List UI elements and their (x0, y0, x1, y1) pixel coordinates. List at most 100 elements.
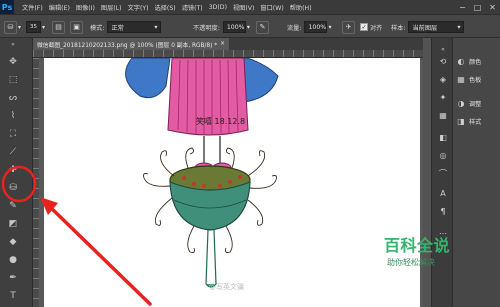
brush-panel-icon: ▤ (52, 20, 65, 34)
align-label: 对齐 (370, 24, 383, 32)
move-tool-icon[interactable]: ✥ (4, 54, 22, 70)
document-canvas[interactable]: 笑嘻 18.12.8 (44, 58, 420, 307)
horizontal-ruler[interactable] (33, 50, 423, 58)
menu-file[interactable]: 文件(F) (19, 3, 46, 12)
chevron-down-icon: ▾ (457, 23, 461, 31)
menu-view[interactable]: 视图(V) (230, 3, 257, 12)
collapse-arrows-icon[interactable]: » (4, 40, 22, 48)
type-tool-icon[interactable]: T (4, 288, 22, 304)
swatches-icon: ▦ (457, 74, 465, 84)
opacity-group: 不透明度: 100% ▾ (193, 20, 250, 34)
pen-tool-icon[interactable]: ✒ (4, 270, 22, 286)
opacity-pressure-toggle[interactable]: ✎ (256, 20, 269, 34)
mode-value: 正常 (111, 24, 124, 32)
chevron-down-icon: ▾ (328, 23, 332, 31)
adjustments-icon: ◑ (457, 98, 465, 108)
menu-filter[interactable]: 滤镜(T) (179, 3, 206, 12)
chevron-down-icon: ▾ (18, 23, 22, 31)
panel-adjustments[interactable]: ◑ 调整 (455, 96, 499, 110)
eyedropper-tool-icon[interactable]: ⟋ (4, 144, 22, 160)
document-tab-bar: 微信截图_20181210202133.png @ 100% (图层 0 副本,… (33, 38, 423, 50)
menu-window[interactable]: 窗口(W) (257, 3, 286, 12)
menu-bar: Ps 文件(F) 编辑(E) 图像(I) 图层(L) 文字(Y) 选择(S) 滤… (0, 0, 500, 14)
clone-source-icon: ▣ (70, 20, 83, 34)
clone-stamp-tool-icon[interactable]: ⛁ (4, 180, 22, 196)
close-icon[interactable]: ✕ (485, 0, 500, 14)
flow-label: 流量: (287, 24, 302, 32)
character-icon[interactable]: A (436, 186, 450, 200)
healing-brush-tool-icon[interactable]: ✚ (4, 162, 22, 178)
options-bar: ⛁ ▾ 35 ▾ ▤ ▣ 模式: 正常 ▾ 不透明度: 100% ▾ ✎ 流量:… (0, 14, 500, 38)
menu-edit[interactable]: 编辑(E) (46, 3, 73, 12)
brush-panel-toggle[interactable]: ▤ (52, 20, 65, 34)
panel-styles[interactable]: ◨ 样式 (455, 114, 499, 128)
sample-select[interactable]: 当前图层 ▾ (408, 21, 465, 33)
layers-icon[interactable]: ◧ (436, 130, 450, 144)
mode-group: 模式: 正常 ▾ (90, 20, 162, 34)
panel-styles-label: 样式 (469, 118, 482, 126)
menu-layer[interactable]: 图层(L) (98, 3, 125, 12)
canvas-area: 笑嘻 18.12.8 (39, 58, 423, 307)
channels-icon[interactable]: ◎ (436, 148, 450, 162)
sample-value: 当前图层 (412, 24, 438, 32)
mode-select[interactable]: 正常 ▾ (107, 21, 162, 33)
history-icon[interactable]: ⟲ (436, 54, 450, 68)
palette-icon: ◐ (457, 56, 465, 66)
close-tab-icon[interactable]: × (220, 41, 225, 47)
align-group: ✓ 对齐 (360, 20, 382, 34)
history-brush-tool-icon[interactable]: ✎ (4, 198, 22, 214)
marquee-tool-icon[interactable]: ⬚ (4, 72, 22, 88)
opacity-input[interactable]: 100% (222, 21, 246, 33)
opacity-label: 不透明度: (193, 24, 220, 32)
watermark-slogan: 助你轻松解决 (387, 258, 435, 267)
sample-label: 样本: (391, 24, 406, 32)
panel-color[interactable]: ◐ 颜色 (455, 54, 499, 68)
menu-image[interactable]: 图像(I) (73, 3, 98, 12)
menu-type[interactable]: 文字(Y) (125, 3, 152, 12)
panel-adjustments-label: 调整 (469, 100, 482, 108)
layers-3d-icon[interactable]: ◈ (436, 72, 450, 86)
airbrush-toggle[interactable]: ✈ (342, 20, 355, 34)
menu-select[interactable]: 选择(S) (152, 3, 179, 12)
chevron-down-icon: ▾ (154, 23, 158, 31)
flow-group: 流量: 100% ▾ (287, 20, 332, 34)
flow-input[interactable]: 100% (304, 21, 328, 33)
document-tab[interactable]: 微信截图_20181210202133.png @ 100% (图层 0 副本,… (33, 38, 230, 50)
tool-preset-picker[interactable]: ⛁ ▾ (4, 20, 21, 34)
mode-label: 模式: (90, 24, 105, 32)
watermark-brand: 百科全说 (384, 236, 451, 255)
panel-color-label: 颜色 (469, 58, 482, 66)
crop-tool-icon[interactable]: ⛶ (4, 126, 22, 142)
paths-icon[interactable]: ⌒ (436, 166, 450, 180)
sample-group: 样本: 当前图层 ▾ (391, 20, 465, 34)
collapsed-panels: ◐ 颜色 ▦ 色板 ◑ 调整 ◨ 样式 (453, 38, 500, 307)
maximize-icon[interactable]: □ (470, 0, 485, 14)
styles-icon: ◨ (457, 116, 465, 126)
pressure-opacity-icon: ✎ (256, 20, 269, 34)
left-wing (125, 58, 171, 99)
lasso-tool-icon[interactable]: ᔕ (4, 90, 22, 106)
panel-swatches-label: 色板 (469, 76, 482, 84)
chevron-down-icon: ▾ (42, 23, 46, 31)
paint-bucket-tool-icon[interactable]: ◆ (4, 234, 22, 250)
brush-settings-icon[interactable]: ✦ (436, 90, 450, 104)
window-controls: − □ ✕ (455, 0, 500, 14)
eraser-tool-icon[interactable]: ◩ (4, 216, 22, 232)
panel-swatches[interactable]: ▦ 色板 (455, 72, 499, 86)
clone-source-toggle[interactable]: ▣ (70, 20, 83, 34)
paragraph-icon[interactable]: ¶ (436, 204, 450, 218)
chevron-down-icon: ▾ (246, 23, 250, 31)
blur-tool-icon[interactable]: ● (4, 252, 22, 268)
airbrush-icon: ✈ (342, 20, 355, 34)
quick-select-tool-icon[interactable]: ⌇ (4, 108, 22, 124)
photoshop-logo-icon: Ps (0, 0, 14, 14)
brush-size-picker[interactable]: 35 ▾ (26, 20, 45, 34)
lotus-stem (205, 229, 217, 285)
minimize-icon[interactable]: − (455, 0, 470, 14)
drawing-signature: 笑嘻 18.12.8 (196, 116, 245, 126)
menu-3d[interactable]: 3D(D) (206, 4, 230, 11)
menu-help[interactable]: 帮助(H) (287, 3, 315, 12)
toolbox: » ✥ ⬚ ᔕ ⌇ ⛶ ⟋ ✚ ⛁ ✎ ◩ ◆ ● ✒ T (0, 38, 33, 307)
align-checkbox[interactable]: ✓ (360, 23, 368, 31)
properties-icon[interactable]: ▦ (436, 108, 450, 122)
